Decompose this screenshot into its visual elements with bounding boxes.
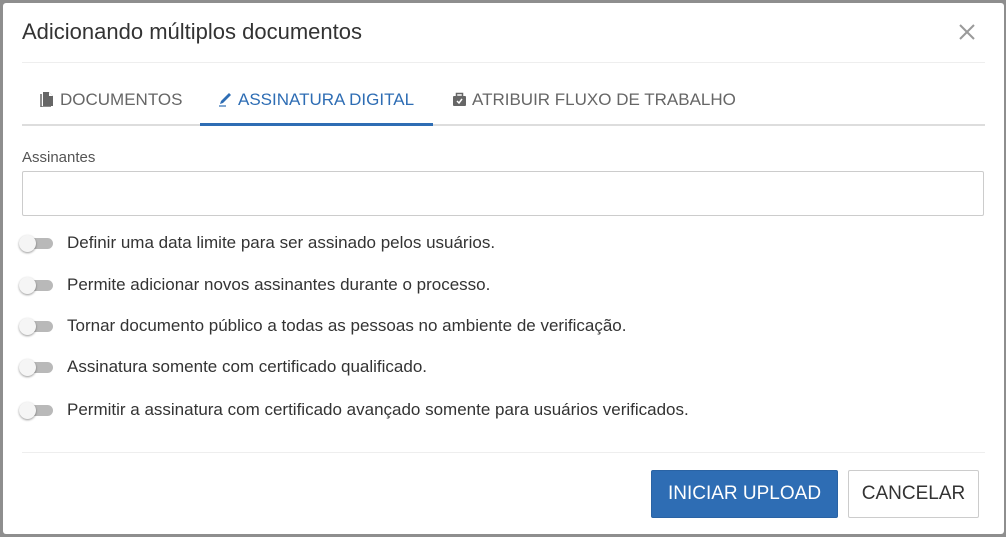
close-icon xyxy=(959,24,975,40)
document-icon xyxy=(40,92,53,107)
deadline-toggle[interactable] xyxy=(19,235,53,252)
option-public-document: Tornar documento público a todas as pess… xyxy=(19,315,626,337)
add-signers-toggle[interactable] xyxy=(19,277,53,294)
option-add-signers: Permite adicionar novos assinantes duran… xyxy=(19,274,490,296)
option-deadline: Definir uma data limite para ser assinad… xyxy=(19,232,495,254)
briefcase-icon xyxy=(453,92,466,106)
qualified-certificate-label: Assinatura somente com certificado quali… xyxy=(67,357,428,376)
tab-assinatura-digital-label: ASSINATURA DIGITAL xyxy=(238,90,415,109)
qualified-certificate-toggle[interactable] xyxy=(19,359,53,376)
pen-icon xyxy=(219,93,231,107)
public-document-label: Tornar documento público a todas as pess… xyxy=(67,316,627,335)
footer-divider xyxy=(22,452,985,453)
dialog-header: Adicionando múltiplos documentos xyxy=(3,3,1004,63)
add-signers-label: Permite adicionar novos assinantes duran… xyxy=(67,275,491,294)
deadline-label: Definir uma data limite para ser assinad… xyxy=(67,233,496,252)
upload-dialog: Adicionando múltiplos documentos DOCUMEN… xyxy=(3,3,1004,534)
cancel-button[interactable]: CANCELAR xyxy=(848,470,979,518)
signers-label: Assinantes xyxy=(22,149,96,166)
option-advanced-certificate: Permitir a assinatura com certificado av… xyxy=(19,399,689,421)
tab-documentos-label: DOCUMENTOS xyxy=(60,90,183,109)
tab-documentos[interactable]: DOCUMENTOS xyxy=(40,81,182,124)
start-upload-button[interactable]: INICIAR UPLOAD xyxy=(651,470,838,518)
dialog-title: Adicionando múltiplos documentos xyxy=(22,19,362,44)
advanced-certificate-toggle[interactable] xyxy=(19,402,53,419)
signers-input[interactable] xyxy=(22,171,984,216)
header-divider xyxy=(22,62,985,63)
tab-atribuir-fluxo-label: ATRIBUIR FLUXO DE TRABALHO xyxy=(472,90,736,109)
tab-atribuir-fluxo[interactable]: ATRIBUIR FLUXO DE TRABALHO xyxy=(452,81,736,124)
tab-bar: DOCUMENTOS ASSINATURA DIGITAL ATRIBUIR F… xyxy=(22,81,985,126)
tab-assinatura-digital[interactable]: ASSINATURA DIGITAL xyxy=(200,81,433,126)
public-document-toggle[interactable] xyxy=(19,318,53,335)
option-qualified-certificate: Assinatura somente com certificado quali… xyxy=(19,356,427,378)
close-button[interactable] xyxy=(956,21,978,43)
advanced-certificate-label: Permitir a assinatura com certificado av… xyxy=(67,400,689,419)
